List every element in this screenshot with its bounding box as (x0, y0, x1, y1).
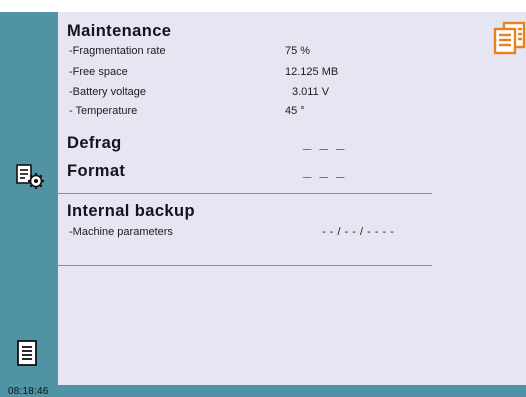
divider-top (58, 193, 432, 194)
battery-voltage-label: -Battery voltage (69, 86, 147, 98)
internal-backup-title: Internal backup (67, 202, 195, 220)
machine-parameters-date: - - / - - / - - - - (322, 226, 395, 238)
clock: 08:18:46 (8, 386, 49, 397)
sidebar (0, 12, 58, 385)
maintenance-title: Maintenance (67, 22, 172, 40)
status-bar (0, 385, 526, 397)
free-space-label: -Free space (69, 66, 128, 78)
fragmentation-rate-label: -Fragmentation rate (69, 45, 166, 57)
battery-voltage-value: 3.011 V (292, 86, 330, 98)
document-icon[interactable] (15, 339, 41, 369)
format-status: _ _ _ (303, 163, 347, 180)
fragmentation-rate-value: 75 % (285, 45, 311, 57)
machine-parameters-label: -Machine parameters (69, 226, 173, 238)
defrag-button[interactable]: Defrag (67, 134, 122, 153)
free-space-value: 12.125 MB (285, 66, 339, 78)
temperature-value: 45 ° (285, 105, 305, 117)
format-button[interactable]: Format (67, 162, 125, 181)
divider-bottom (58, 265, 432, 266)
defrag-status: _ _ _ (303, 135, 347, 152)
document-gear-icon[interactable] (14, 162, 46, 190)
temperature-label: - Temperature (69, 105, 138, 117)
top-strip (0, 0, 526, 12)
documents-stack-icon[interactable] (492, 20, 526, 56)
